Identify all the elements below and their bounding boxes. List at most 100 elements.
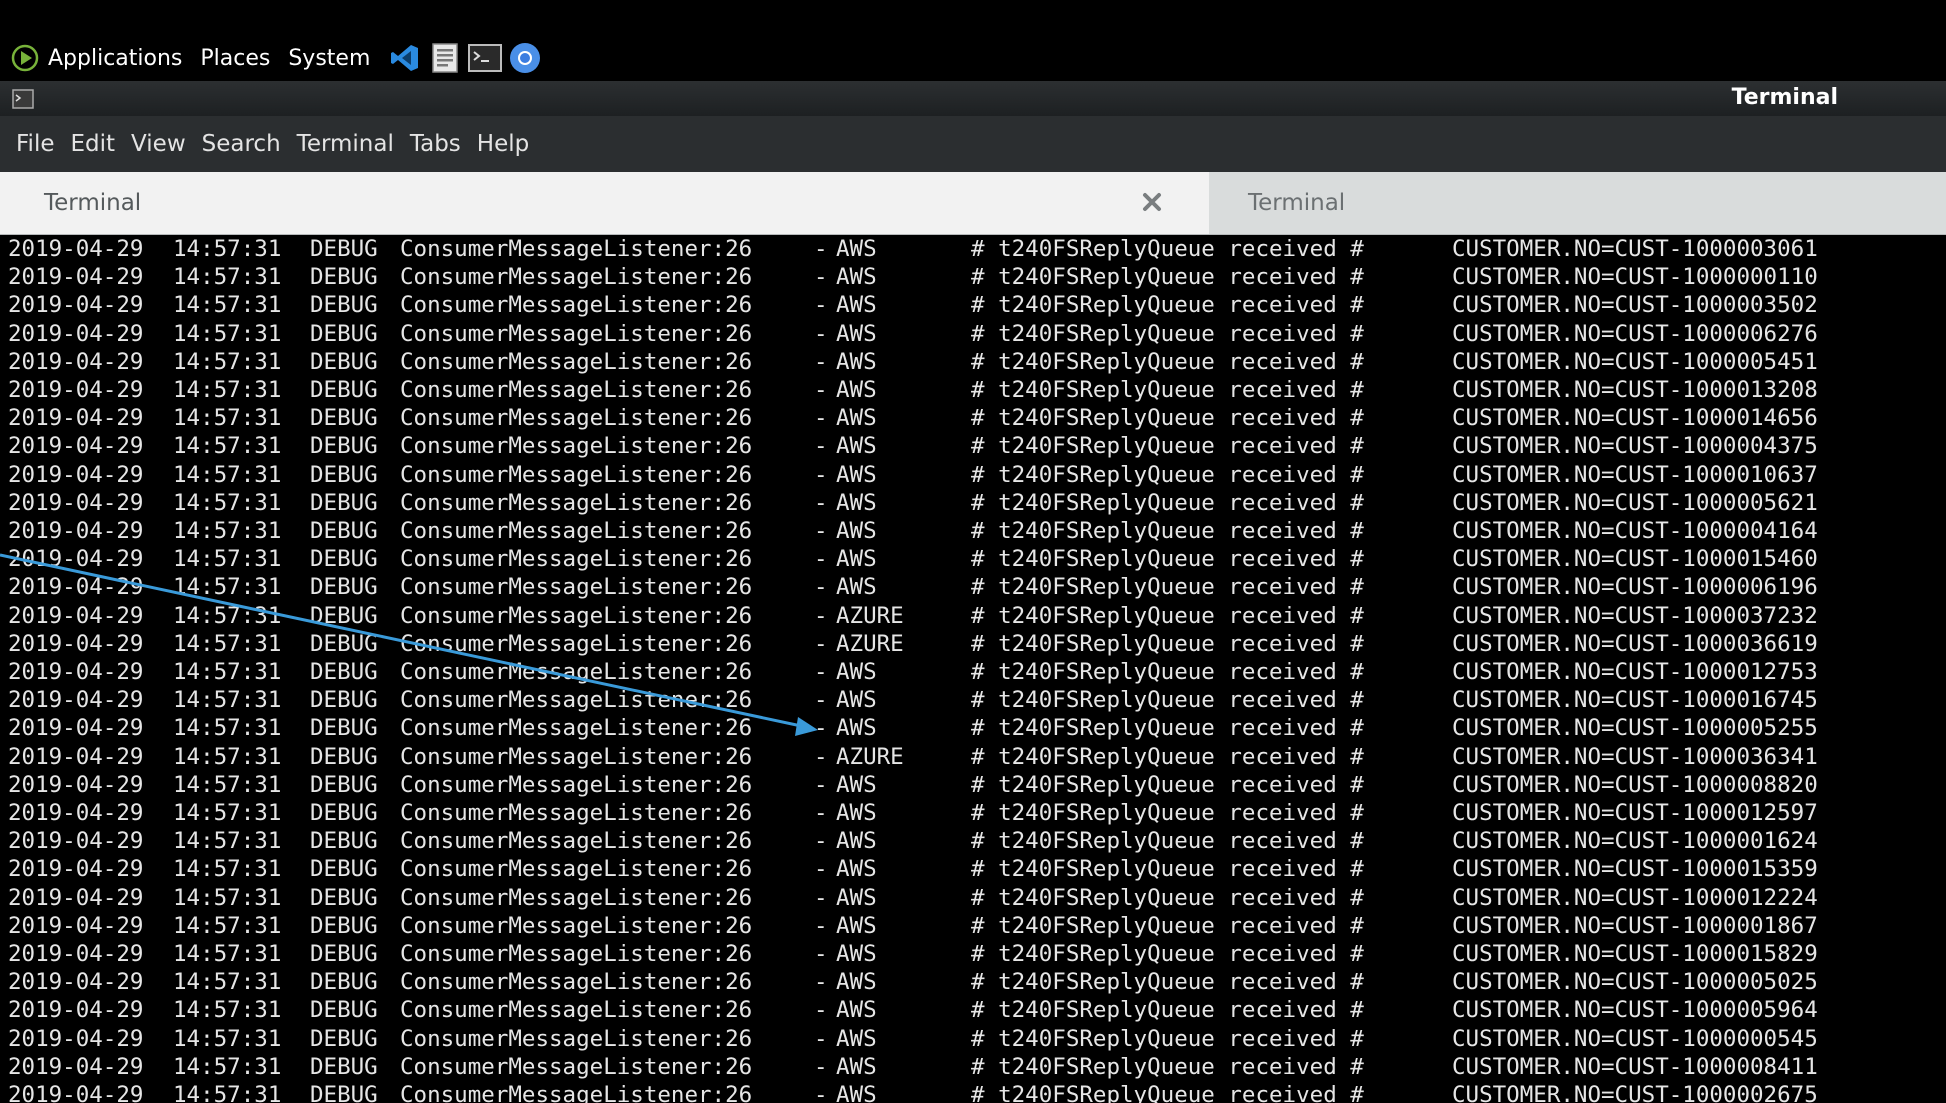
log-time: 14:57:31 xyxy=(173,377,282,403)
log-message: # t240FSReplyQueue received # xyxy=(971,941,1364,967)
log-dash: - xyxy=(814,630,828,657)
log-customer: CUSTOMER.NO=CUST-1000001624 xyxy=(1452,828,1818,855)
log-level: DEBUG xyxy=(310,1025,378,1052)
log-date: 2019-04-29 xyxy=(8,1053,144,1080)
log-date: 2019-04-29 xyxy=(8,433,144,460)
menu-help[interactable]: Help xyxy=(477,131,529,157)
terminal-output[interactable]: 2019-04-29 14:57:31 DEBUG ConsumerMessageLi… xyxy=(0,235,1946,1103)
log-line: 2019-04-29 14:57:31 DEBUG ConsumerMessageLi… xyxy=(8,884,1946,912)
log-date: 2019-04-29 xyxy=(8,602,144,629)
log-customer: CUSTOMER.NO=CUST-1000015460 xyxy=(1452,546,1818,573)
log-dash: - xyxy=(814,574,828,601)
log-level: DEBUG xyxy=(310,715,378,742)
log-time: 14:57:31 xyxy=(173,1025,282,1052)
log-dash: - xyxy=(814,969,828,996)
log-level: DEBUG xyxy=(310,264,378,291)
log-line: 2019-04-29 14:57:31 DEBUG ConsumerMessageLi… xyxy=(8,432,1946,460)
menu-search[interactable]: Search xyxy=(202,131,281,157)
menu-places[interactable]: Places xyxy=(200,46,270,71)
distro-logo-icon[interactable] xyxy=(8,41,42,75)
log-time: 14:57:31 xyxy=(173,828,282,855)
log-level: DEBUG xyxy=(310,489,378,516)
log-level: DEBUG xyxy=(310,518,378,544)
log-message: # t240FSReplyQueue received # xyxy=(971,320,1364,347)
log-message: # t240FSReplyQueue received # xyxy=(971,800,1364,826)
log-level: DEBUG xyxy=(310,941,378,967)
menubar: File Edit View Search Terminal Tabs Help xyxy=(0,116,1946,172)
vscode-icon[interactable] xyxy=(388,41,422,75)
log-message: # t240FSReplyQueue received # xyxy=(971,828,1364,855)
log-level: DEBUG xyxy=(310,461,378,488)
log-dash: - xyxy=(814,884,828,911)
log-time: 14:57:31 xyxy=(173,546,282,573)
log-message: # t240FSReplyQueue received # xyxy=(971,630,1364,657)
log-message: # t240FSReplyQueue received # xyxy=(971,659,1364,685)
log-level: DEBUG xyxy=(310,687,378,714)
log-date: 2019-04-29 xyxy=(8,969,144,996)
log-cloud: AWS xyxy=(836,236,877,262)
tab-terminal-1[interactable]: Terminal xyxy=(0,172,1209,234)
log-cloud: AWS xyxy=(836,292,877,319)
log-time: 14:57:31 xyxy=(173,659,282,685)
log-source: ConsumerMessageListener:26 xyxy=(400,743,753,770)
log-date: 2019-04-29 xyxy=(8,405,144,432)
log-level: DEBUG xyxy=(310,856,378,883)
log-line: 2019-04-29 14:57:31 DEBUG ConsumerMessageLi… xyxy=(8,291,1946,319)
log-source: ConsumerMessageListener:26 xyxy=(400,969,753,996)
log-date: 2019-04-29 xyxy=(8,715,144,742)
log-time: 14:57:31 xyxy=(173,518,282,544)
log-message: # t240FSReplyQueue received # xyxy=(971,405,1364,432)
close-tab-icon[interactable] xyxy=(1139,189,1165,215)
log-date: 2019-04-29 xyxy=(8,320,144,347)
log-message: # t240FSReplyQueue received # xyxy=(971,433,1364,460)
log-line: 2019-04-29 14:57:31 DEBUG ConsumerMessageLi… xyxy=(8,376,1946,404)
window-titlebar[interactable]: Terminal xyxy=(0,81,1946,117)
log-message: # t240FSReplyQueue received # xyxy=(971,997,1364,1024)
log-customer: CUSTOMER.NO=CUST-1000036341 xyxy=(1452,743,1818,770)
menu-applications[interactable]: Applications xyxy=(48,46,182,71)
log-line: 2019-04-29 14:57:31 DEBUG ConsumerMessageLi… xyxy=(8,827,1946,855)
log-message: # t240FSReplyQueue received # xyxy=(971,602,1364,629)
log-cloud: AWS xyxy=(836,546,877,573)
log-line: 2019-04-29 14:57:31 DEBUG ConsumerMessageLi… xyxy=(8,517,1946,545)
log-date: 2019-04-29 xyxy=(8,687,144,714)
log-date: 2019-04-29 xyxy=(8,574,144,601)
log-customer: CUSTOMER.NO=CUST-1000001867 xyxy=(1452,912,1818,939)
log-date: 2019-04-29 xyxy=(8,292,144,319)
log-source: ConsumerMessageListener:26 xyxy=(400,771,753,798)
log-customer: CUSTOMER.NO=CUST-1000014656 xyxy=(1452,405,1818,432)
log-source: ConsumerMessageListener:26 xyxy=(400,602,753,629)
menu-view[interactable]: View xyxy=(131,131,186,157)
log-level: DEBUG xyxy=(310,743,378,770)
log-message: # t240FSReplyQueue received # xyxy=(971,1025,1364,1052)
log-line: 2019-04-29 14:57:31 DEBUG ConsumerMessageLi… xyxy=(8,263,1946,291)
log-date: 2019-04-29 xyxy=(8,800,144,826)
log-level: DEBUG xyxy=(310,292,378,319)
log-dash: - xyxy=(814,941,828,967)
tab-bar: Terminal Terminal xyxy=(0,172,1946,235)
menu-tabs[interactable]: Tabs xyxy=(410,131,461,157)
log-source: ConsumerMessageListener:26 xyxy=(400,574,753,601)
log-customer: CUSTOMER.NO=CUST-1000008820 xyxy=(1452,771,1818,798)
menu-system[interactable]: System xyxy=(288,46,370,71)
chromium-icon[interactable] xyxy=(508,41,542,75)
log-cloud: AWS xyxy=(836,489,877,516)
log-level: DEBUG xyxy=(310,236,378,262)
log-line: 2019-04-29 14:57:31 DEBUG ConsumerMessageLi… xyxy=(8,235,1946,263)
log-cloud: AWS xyxy=(836,518,877,544)
text-editor-icon[interactable] xyxy=(428,41,462,75)
menu-terminal[interactable]: Terminal xyxy=(297,131,394,157)
log-cloud: AWS xyxy=(836,461,877,488)
terminal-launcher-icon[interactable] xyxy=(468,41,503,75)
log-dash: - xyxy=(814,292,828,319)
menu-file[interactable]: File xyxy=(16,131,55,157)
log-level: DEBUG xyxy=(310,348,378,375)
menu-edit[interactable]: Edit xyxy=(71,131,116,157)
log-customer: CUSTOMER.NO=CUST-1000002675 xyxy=(1452,1082,1818,1103)
log-source: ConsumerMessageListener:26 xyxy=(400,828,753,855)
log-cloud: AWS xyxy=(836,405,877,432)
log-line: 2019-04-29 14:57:31 DEBUG ConsumerMessageLi… xyxy=(8,996,1946,1024)
tab-terminal-2[interactable]: Terminal xyxy=(1210,172,1946,234)
log-message: # t240FSReplyQueue received # xyxy=(971,715,1364,742)
log-dash: - xyxy=(814,659,828,685)
